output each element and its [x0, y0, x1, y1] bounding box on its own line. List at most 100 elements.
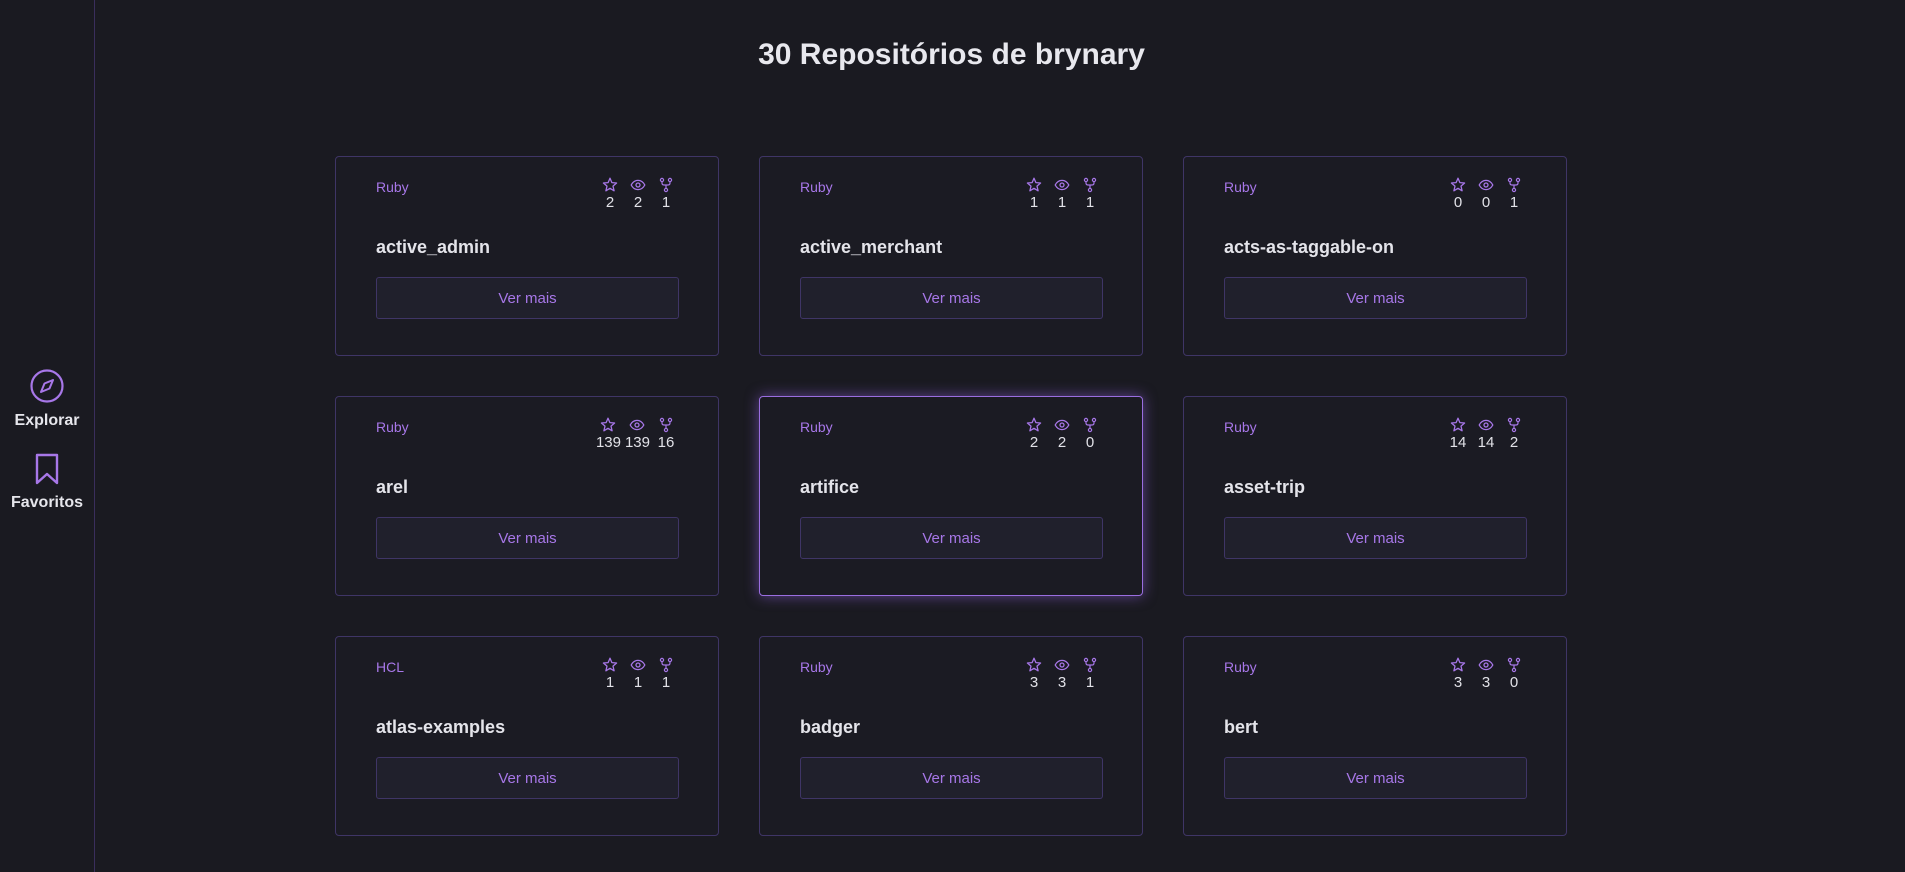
see-more-button[interactable]: Ver mais	[1224, 517, 1527, 559]
watchers-count: 139	[624, 434, 650, 451]
star-icon	[1450, 417, 1466, 433]
stars-count: 0	[1453, 194, 1463, 211]
star-icon	[1026, 417, 1042, 433]
stat-forks: 16	[654, 417, 678, 451]
nav-favorites[interactable]: Favoritos	[0, 452, 94, 512]
watchers-count: 3	[1481, 674, 1491, 691]
repo-card: Ruby 2 2 0 artifice Ver mais	[759, 396, 1143, 596]
see-more-button[interactable]: Ver mais	[376, 277, 679, 319]
stat-watchers: 2	[626, 177, 650, 211]
repo-stats: 0 0 1	[1446, 177, 1526, 211]
repo-language: Ruby	[800, 659, 833, 675]
repo-stats: 3 3 1	[1022, 657, 1102, 691]
stat-forks: 1	[1078, 657, 1102, 691]
repo-card: Ruby 3 3 1 badger Ver mais	[759, 636, 1143, 836]
stat-forks: 2	[1502, 417, 1526, 451]
stat-watchers: 0	[1474, 177, 1498, 211]
repo-stats: 1 1 1	[598, 657, 678, 691]
forks-count: 0	[1509, 674, 1519, 691]
see-more-button[interactable]: Ver mais	[800, 277, 1103, 319]
star-icon	[602, 177, 618, 193]
forks-count: 1	[1509, 194, 1519, 211]
stat-stars: 1	[598, 657, 622, 691]
eye-icon	[1478, 657, 1494, 673]
repo-language: Ruby	[800, 419, 833, 435]
repo-grid: Ruby 2 2 1 active_admin Ver mais Ruby 1 …	[335, 156, 1567, 836]
see-more-button[interactable]: Ver mais	[1224, 277, 1527, 319]
repo-name: artifice	[800, 477, 860, 497]
stars-count: 2	[1029, 434, 1039, 451]
eye-icon	[630, 657, 646, 673]
star-icon	[1026, 657, 1042, 673]
repo-language: Ruby	[1224, 179, 1257, 195]
fork-icon	[658, 177, 674, 193]
repo-stats: 14 14 2	[1446, 417, 1526, 451]
repo-name: active_merchant	[800, 237, 943, 257]
eye-icon	[1054, 657, 1070, 673]
repo-language: Ruby	[376, 419, 409, 435]
page-title: 30 Repositórios de brynary	[758, 38, 1145, 71]
forks-count: 1	[661, 194, 671, 211]
forks-count: 0	[1085, 434, 1095, 451]
forks-count: 1	[1085, 194, 1095, 211]
fork-icon	[1082, 657, 1098, 673]
repo-card: HCL 1 1 1 atlas-examples Ver mais	[335, 636, 719, 836]
forks-count: 2	[1509, 434, 1519, 451]
stars-count: 3	[1453, 674, 1463, 691]
stars-count: 3	[1029, 674, 1039, 691]
see-more-button[interactable]: Ver mais	[376, 757, 679, 799]
fork-icon	[1082, 417, 1098, 433]
eye-icon	[1478, 177, 1494, 193]
watchers-count: 14	[1477, 434, 1495, 451]
repo-name: arel	[376, 477, 409, 497]
repo-card: Ruby 139 139 16 arel Ver mais	[335, 396, 719, 596]
repo-card: Ruby 1 1 1 active_merchant Ver mais	[759, 156, 1143, 356]
stat-forks: 1	[654, 657, 678, 691]
watchers-count: 0	[1481, 194, 1491, 211]
stat-watchers: 1	[1050, 177, 1074, 211]
eye-icon	[1478, 417, 1494, 433]
stat-forks: 1	[654, 177, 678, 211]
repo-stats: 1 1 1	[1022, 177, 1102, 211]
forks-count: 16	[657, 434, 675, 451]
repo-card: Ruby 3 3 0 bert Ver mais	[1183, 636, 1567, 836]
see-more-button[interactable]: Ver mais	[800, 517, 1103, 559]
eye-icon	[1054, 417, 1070, 433]
forks-count: 1	[1085, 674, 1095, 691]
repo-stats: 3 3 0	[1446, 657, 1526, 691]
stars-count: 1	[1029, 194, 1039, 211]
see-more-button[interactable]: Ver mais	[1224, 757, 1527, 799]
fork-icon	[1082, 177, 1098, 193]
repo-stats: 139 139 16	[596, 417, 678, 451]
repo-stats: 2 2 1	[598, 177, 678, 211]
repo-name: acts-as-taggable-on	[1224, 237, 1395, 257]
fork-icon	[1506, 177, 1522, 193]
stat-forks: 1	[1502, 177, 1526, 211]
repo-language: Ruby	[800, 179, 833, 195]
see-more-button[interactable]: Ver mais	[376, 517, 679, 559]
forks-count: 1	[661, 674, 671, 691]
main-content: 30 Repositórios de brynary Ruby 2 2 1 ac…	[95, 0, 1905, 872]
repo-name: atlas-examples	[376, 717, 506, 737]
stat-stars: 3	[1446, 657, 1470, 691]
star-icon	[1450, 657, 1466, 673]
watchers-count: 2	[633, 194, 643, 211]
repo-language: Ruby	[1224, 419, 1257, 435]
repo-card: Ruby 14 14 2 asset-trip Ver mais	[1183, 396, 1567, 596]
stars-count: 1	[605, 674, 615, 691]
nav-explore[interactable]: Explorar	[0, 368, 94, 430]
nav-favorites-label: Favoritos	[10, 494, 83, 511]
star-icon	[1450, 177, 1466, 193]
stat-stars: 2	[598, 177, 622, 211]
stat-watchers: 1	[626, 657, 650, 691]
stat-watchers: 2	[1050, 417, 1074, 451]
stat-watchers: 14	[1474, 417, 1498, 451]
star-icon	[602, 657, 618, 673]
stat-stars: 2	[1022, 417, 1046, 451]
eye-icon	[630, 177, 646, 193]
repo-name: active_admin	[376, 237, 491, 257]
repo-stats: 2 2 0	[1022, 417, 1102, 451]
compass-icon	[29, 368, 65, 409]
see-more-button[interactable]: Ver mais	[800, 757, 1103, 799]
stat-watchers: 3	[1474, 657, 1498, 691]
